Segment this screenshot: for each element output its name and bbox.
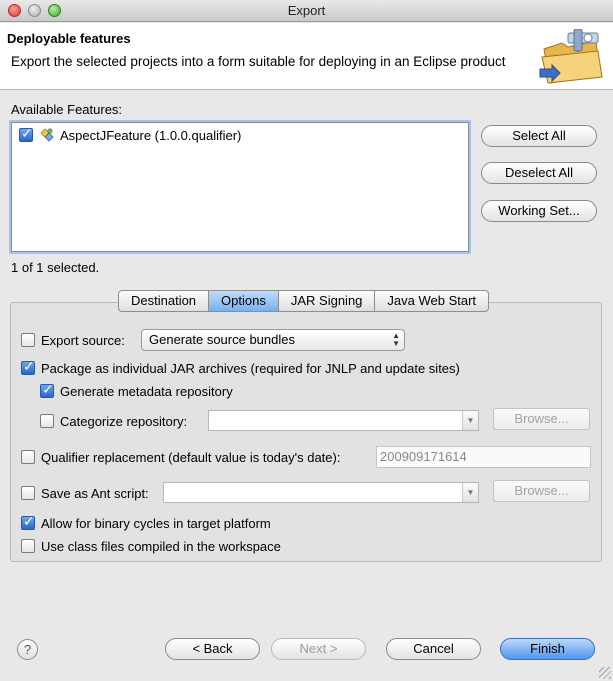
next-button[interactable]: Next > xyxy=(271,638,366,660)
categorize-browse-button[interactable]: Browse... xyxy=(493,408,590,430)
deselect-all-button[interactable]: Deselect All xyxy=(481,162,597,184)
ant-script-browse-button[interactable]: Browse... xyxy=(493,480,590,502)
feature-list[interactable]: AspectJFeature (1.0.0.qualifier) xyxy=(11,122,469,252)
list-item[interactable]: AspectJFeature (1.0.0.qualifier) xyxy=(19,126,241,144)
chevron-down-icon[interactable]: ▼ xyxy=(462,483,478,502)
stepper-arrows-icon: ▲ ▼ xyxy=(392,331,400,348)
generate-metadata-row: Generate metadata repository xyxy=(40,382,233,400)
qualifier-checkbox[interactable] xyxy=(21,450,35,464)
generate-metadata-label: Generate metadata repository xyxy=(60,383,233,399)
chevron-down-icon[interactable]: ▼ xyxy=(462,411,478,430)
ant-script-row: Save as Ant script: xyxy=(21,484,149,502)
qualifier-input[interactable]: 200909171614 xyxy=(376,446,591,468)
tab-bar: Destination Options JAR Signing Java Web… xyxy=(118,290,490,312)
source-bundle-select[interactable]: Generate source bundles ▲ ▼ xyxy=(141,329,405,351)
feature-checkbox[interactable] xyxy=(19,126,33,142)
available-features-label: Available Features: xyxy=(11,102,123,117)
qualifier-label: Qualifier replacement (default value is … xyxy=(41,449,341,465)
cancel-button[interactable]: Cancel xyxy=(386,638,481,660)
wizard-description: Export the selected projects into a form… xyxy=(11,54,506,69)
window-titlebar: Export xyxy=(0,0,613,22)
resize-grip-icon[interactable] xyxy=(599,667,611,679)
qualifier-row: Qualifier replacement (default value is … xyxy=(21,448,340,466)
generate-metadata-checkbox[interactable] xyxy=(40,382,54,398)
class-files-checkbox[interactable] xyxy=(21,539,35,553)
binary-cycles-checkbox[interactable] xyxy=(21,514,35,530)
package-jar-checkbox[interactable] xyxy=(21,359,35,375)
categorize-combo[interactable]: ▼ xyxy=(208,410,479,431)
selection-status: 1 of 1 selected. xyxy=(11,260,100,275)
class-files-label: Use class files compiled in the workspac… xyxy=(41,538,281,554)
ant-script-checkbox[interactable] xyxy=(21,486,35,500)
working-set-button[interactable]: Working Set... xyxy=(481,200,597,222)
export-source-checkbox[interactable] xyxy=(21,333,35,347)
select-all-button[interactable]: Select All xyxy=(481,125,597,147)
categorize-row: Categorize repository: xyxy=(40,412,187,430)
export-source-row: Export source: xyxy=(21,331,125,349)
feature-plugin-icon xyxy=(40,128,54,142)
package-jar-row: Package as individual JAR archives (requ… xyxy=(21,359,460,377)
help-icon[interactable]: ? xyxy=(17,639,38,660)
export-folder-icon xyxy=(539,29,603,84)
wizard-title: Deployable features xyxy=(7,31,131,46)
back-button[interactable]: < Back xyxy=(165,638,260,660)
categorize-label: Categorize repository: xyxy=(60,413,188,429)
binary-cycles-label: Allow for binary cycles in target platfo… xyxy=(41,515,271,531)
finish-button[interactable]: Finish xyxy=(500,638,595,660)
wizard-header: Deployable features Export the selected … xyxy=(0,23,613,90)
class-files-row: Use class files compiled in the workspac… xyxy=(21,537,281,555)
window-title: Export xyxy=(287,3,326,18)
ant-script-combo[interactable]: ▼ xyxy=(163,482,479,503)
tab-jar-signing[interactable]: JAR Signing xyxy=(278,290,376,312)
feature-label: AspectJFeature (1.0.0.qualifier) xyxy=(60,127,242,143)
ant-script-label: Save as Ant script: xyxy=(41,485,149,501)
tab-java-web-start[interactable]: Java Web Start xyxy=(375,290,490,312)
tab-destination[interactable]: Destination xyxy=(118,290,210,312)
binary-cycles-row: Allow for binary cycles in target platfo… xyxy=(21,514,271,532)
tab-options[interactable]: Options xyxy=(209,290,279,312)
package-jar-label: Package as individual JAR archives (requ… xyxy=(41,360,460,376)
source-bundle-value: Generate source bundles xyxy=(149,332,295,347)
export-source-label: Export source: xyxy=(41,332,125,348)
categorize-checkbox[interactable] xyxy=(40,414,54,428)
